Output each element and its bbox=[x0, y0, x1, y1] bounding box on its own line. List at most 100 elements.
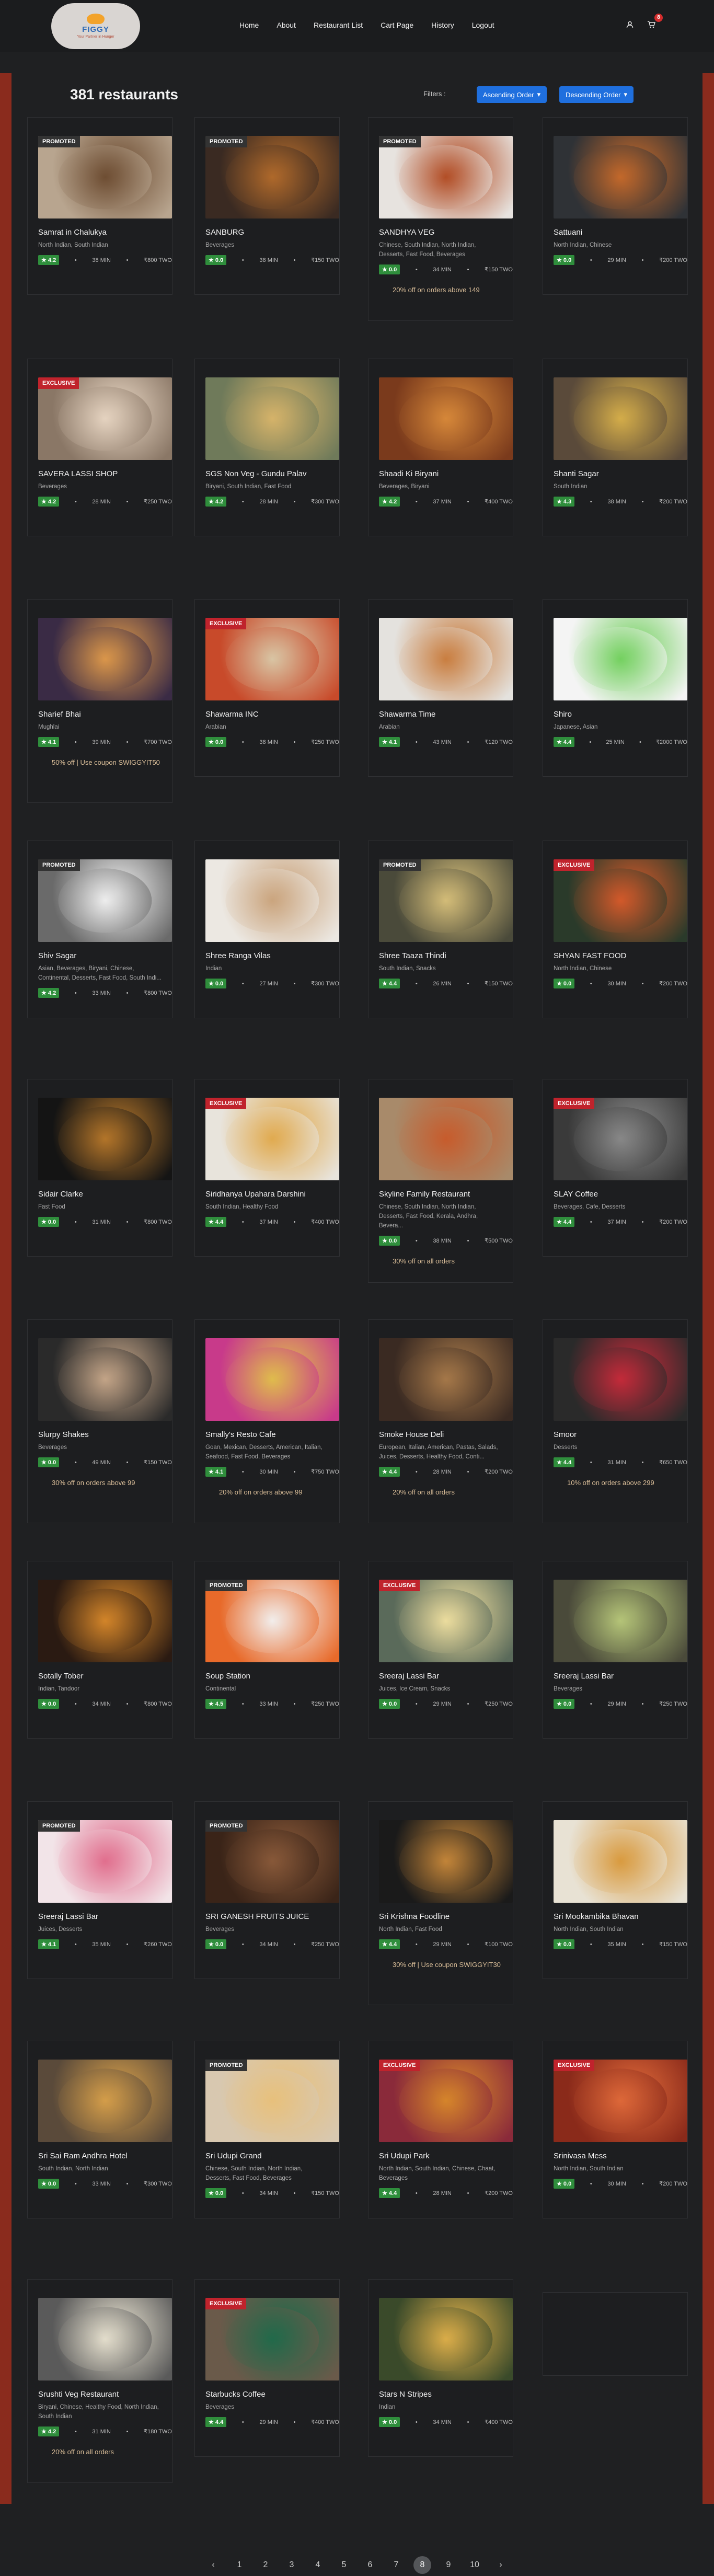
restaurant-image[interactable] bbox=[205, 377, 339, 460]
restaurant-card[interactable]: PROMOTED Shree Taaza Thindi South Indian… bbox=[368, 841, 513, 1018]
restaurant-image[interactable] bbox=[379, 377, 513, 460]
restaurant-name[interactable]: Shaadi Ki Biryani bbox=[379, 469, 502, 478]
restaurant-name[interactable]: Starbucks Coffee bbox=[205, 2390, 329, 2399]
restaurant-card[interactable]: Slurpy Shakes Beverages ★ 0.0 • 49 MIN •… bbox=[27, 1319, 172, 1523]
page-6[interactable]: 6 bbox=[361, 2556, 379, 2574]
restaurant-image[interactable] bbox=[554, 618, 687, 700]
restaurant-name[interactable]: Shiro bbox=[554, 710, 677, 719]
next-page-button[interactable]: › bbox=[492, 2556, 510, 2574]
restaurant-card[interactable]: Sri Krishna Foodline North Indian, Fast … bbox=[368, 1801, 513, 2005]
restaurant-image[interactable]: EXCLUSIVE bbox=[205, 618, 339, 700]
restaurant-card[interactable]: PROMOTED Samrat in Chalukya North Indian… bbox=[27, 117, 172, 295]
nav-history[interactable]: History bbox=[431, 21, 454, 29]
restaurant-image[interactable]: PROMOTED bbox=[205, 2060, 339, 2142]
nav-cart-page[interactable]: Cart Page bbox=[381, 21, 413, 29]
restaurant-card[interactable]: Sidair Clarke Fast Food ★ 0.0 • 31 MIN •… bbox=[27, 1079, 172, 1257]
nav-restaurant-list[interactable]: Restaurant List bbox=[314, 21, 363, 29]
restaurant-name[interactable]: Soup Station bbox=[205, 1672, 329, 1681]
restaurant-image[interactable]: EXCLUSIVE bbox=[554, 1098, 687, 1180]
restaurant-image[interactable] bbox=[379, 1338, 513, 1421]
restaurant-image[interactable]: PROMOTED bbox=[379, 859, 513, 942]
restaurant-name[interactable]: Sidair Clarke bbox=[38, 1190, 162, 1199]
restaurant-name[interactable]: Srushti Veg Restaurant bbox=[38, 2390, 162, 2399]
restaurant-name[interactable]: Shiv Sagar bbox=[38, 951, 162, 960]
restaurant-name[interactable]: Smoor bbox=[554, 1430, 677, 1439]
restaurant-name[interactable]: Smoke House Deli bbox=[379, 1430, 502, 1439]
restaurant-card[interactable]: Sotally Tober Indian, Tandoor ★ 0.0 • 34… bbox=[27, 1561, 172, 1739]
descending-order-button[interactable]: Descending Order ▾ bbox=[559, 86, 634, 103]
restaurant-name[interactable]: Sreeraj Lassi Bar bbox=[554, 1672, 677, 1681]
restaurant-image[interactable]: PROMOTED bbox=[205, 136, 339, 218]
restaurant-image[interactable] bbox=[554, 1580, 687, 1662]
page-1[interactable]: 1 bbox=[231, 2556, 248, 2574]
page-4[interactable]: 4 bbox=[309, 2556, 327, 2574]
nav-home[interactable]: Home bbox=[239, 21, 259, 29]
prev-page-button[interactable]: ‹ bbox=[204, 2556, 222, 2574]
restaurant-card[interactable]: Smoor Desserts ★ 4.4 • 31 MIN • ₹650 TWO… bbox=[543, 1319, 688, 1523]
restaurant-name[interactable]: SRI GANESH FRUITS JUICE bbox=[205, 1912, 329, 1921]
restaurant-image[interactable] bbox=[379, 2298, 513, 2380]
restaurant-image[interactable]: EXCLUSIVE bbox=[554, 859, 687, 942]
restaurant-image[interactable]: EXCLUSIVE bbox=[554, 2060, 687, 2142]
page-2[interactable]: 2 bbox=[257, 2556, 274, 2574]
restaurant-image[interactable]: PROMOTED bbox=[205, 1580, 339, 1662]
restaurant-card[interactable]: EXCLUSIVE Siridhanya Upahara Darshini So… bbox=[194, 1079, 340, 1257]
restaurant-card[interactable]: Shiro Japanese, Asian ★ 4.4 • 25 MIN • ₹… bbox=[543, 599, 688, 777]
restaurant-name[interactable]: Sri Sai Ram Andhra Hotel bbox=[38, 2152, 162, 2160]
restaurant-name[interactable]: Shree Ranga Vilas bbox=[205, 951, 329, 960]
restaurant-name[interactable]: SLAY Coffee bbox=[554, 1190, 677, 1199]
restaurant-card[interactable]: EXCLUSIVE Starbucks Coffee Beverages ★ 4… bbox=[194, 2279, 340, 2457]
restaurant-card[interactable]: EXCLUSIVE SHYAN FAST FOOD North Indian, … bbox=[543, 841, 688, 1018]
cart-icon[interactable] bbox=[647, 21, 655, 30]
restaurant-name[interactable]: SGS Non Veg - Gundu Palav bbox=[205, 469, 329, 478]
restaurant-card[interactable]: PROMOTED Sreeraj Lassi Bar Juices, Desse… bbox=[27, 1801, 172, 1979]
restaurant-name[interactable]: Slurpy Shakes bbox=[38, 1430, 162, 1439]
restaurant-card[interactable]: PROMOTED SANBURG Beverages ★ 0.0 • 38 MI… bbox=[194, 117, 340, 295]
restaurant-card[interactable]: Smoke House Deli European, Italian, Amer… bbox=[368, 1319, 513, 1523]
restaurant-image[interactable] bbox=[205, 859, 339, 942]
restaurant-image[interactable] bbox=[38, 618, 172, 700]
restaurant-name[interactable]: Sattuani bbox=[554, 228, 677, 237]
restaurant-name[interactable]: SHYAN FAST FOOD bbox=[554, 951, 677, 960]
restaurant-card[interactable]: Shree Ranga Vilas Indian ★ 0.0 • 27 MIN … bbox=[194, 841, 340, 1018]
restaurant-image[interactable]: PROMOTED bbox=[38, 859, 172, 942]
restaurant-image[interactable]: PROMOTED bbox=[205, 1820, 339, 1903]
restaurant-card[interactable]: PROMOTED SRI GANESH FRUITS JUICE Beverag… bbox=[194, 1801, 340, 1979]
restaurant-name[interactable]: Sri Udupi Park bbox=[379, 2152, 502, 2160]
restaurant-card[interactable]: SGS Non Veg - Gundu Palav Biryani, South… bbox=[194, 359, 340, 536]
restaurant-image[interactable] bbox=[554, 136, 687, 218]
restaurant-name[interactable]: Shawarma Time bbox=[379, 710, 502, 719]
restaurant-image[interactable] bbox=[38, 1580, 172, 1662]
restaurant-name[interactable]: Srinivasa Mess bbox=[554, 2152, 677, 2160]
restaurant-image[interactable] bbox=[379, 1820, 513, 1903]
brand-logo[interactable]: FIGGY Your Partner in Hunger bbox=[51, 3, 140, 49]
restaurant-name[interactable]: Sri Krishna Foodline bbox=[379, 1912, 502, 1921]
restaurant-image[interactable]: PROMOTED bbox=[38, 136, 172, 218]
restaurant-card[interactable]: PROMOTED Shiv Sagar Asian, Beverages, Bi… bbox=[27, 841, 172, 1018]
restaurant-name[interactable]: Smally's Resto Cafe bbox=[205, 1430, 329, 1439]
restaurant-image[interactable] bbox=[554, 377, 687, 460]
restaurant-card[interactable]: Sreeraj Lassi Bar Beverages ★ 0.0 • 29 M… bbox=[543, 1561, 688, 1739]
restaurant-image[interactable]: PROMOTED bbox=[379, 136, 513, 218]
restaurant-card[interactable]: EXCLUSIVE Sri Udupi Park North Indian, S… bbox=[368, 2041, 513, 2218]
restaurant-image[interactable] bbox=[38, 2060, 172, 2142]
restaurant-name[interactable]: Siridhanya Upahara Darshini bbox=[205, 1190, 329, 1199]
restaurant-name[interactable]: Stars N Stripes bbox=[379, 2390, 502, 2399]
restaurant-image[interactable]: EXCLUSIVE bbox=[205, 1098, 339, 1180]
restaurant-card[interactable]: Sri Sai Ram Andhra Hotel South Indian, N… bbox=[27, 2041, 172, 2218]
restaurant-card[interactable]: PROMOTED Soup Station Continental ★ 4.5 … bbox=[194, 1561, 340, 1739]
restaurant-image[interactable]: EXCLUSIVE bbox=[205, 2298, 339, 2380]
page-8[interactable]: 8 bbox=[413, 2556, 431, 2574]
restaurant-name[interactable]: Sri Udupi Grand bbox=[205, 2152, 329, 2160]
page-7[interactable]: 7 bbox=[387, 2556, 405, 2574]
restaurant-image[interactable] bbox=[554, 1820, 687, 1903]
restaurant-image[interactable] bbox=[38, 2298, 172, 2380]
restaurant-card[interactable]: Sattuani North Indian, Chinese ★ 0.0 • 2… bbox=[543, 117, 688, 295]
restaurant-image[interactable] bbox=[379, 1098, 513, 1180]
restaurant-card[interactable]: EXCLUSIVE Sreeraj Lassi Bar Juices, Ice … bbox=[368, 1561, 513, 1739]
restaurant-name[interactable]: SAVERA LASSI SHOP bbox=[38, 469, 162, 478]
restaurant-card[interactable]: EXCLUSIVE SLAY Coffee Beverages, Cafe, D… bbox=[543, 1079, 688, 1257]
restaurant-name[interactable]: Sharief Bhai bbox=[38, 710, 162, 719]
restaurant-image[interactable] bbox=[554, 1338, 687, 1421]
page-10[interactable]: 10 bbox=[466, 2556, 483, 2574]
